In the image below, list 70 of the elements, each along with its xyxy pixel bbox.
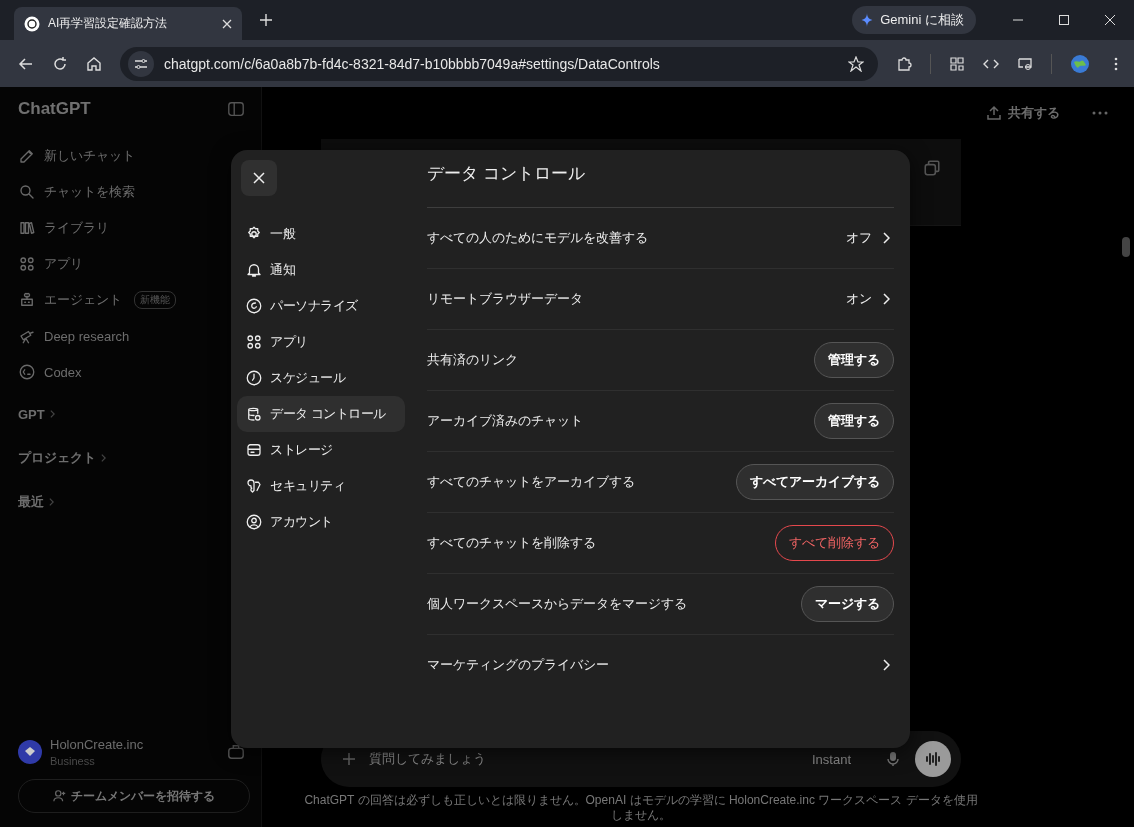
setting-value[interactable]: オン [846,290,872,308]
extensions-icon[interactable] [896,55,912,72]
setting-label: すべての人のためにモデルを改善する [427,229,649,247]
browser-tab[interactable]: AI再学習設定確認方法 [14,7,242,40]
chevron-right-icon[interactable] [882,659,890,671]
sidebar-item[interactable]: チャットを検索 [18,183,251,201]
sidebar-item-icon [18,363,36,381]
home-icon[interactable] [86,55,102,72]
share-icon [986,105,1002,121]
sidebar-item-icon [18,255,36,273]
more-icon[interactable] [1092,111,1108,115]
new-badge: 新機能 [134,291,176,309]
setting-value[interactable]: オフ [846,229,872,247]
action-button[interactable]: 管理する [814,342,894,378]
close-icon [253,172,265,184]
bookmark-star-icon[interactable] [848,55,864,72]
grid-icon [245,333,263,351]
profile-avatar-icon[interactable] [1070,53,1090,74]
chevron-right-icon[interactable] [882,293,890,305]
screen-search-icon[interactable] [1017,55,1033,72]
workspace-name: HolonCreate.inc [50,737,145,752]
address-bar[interactable]: chatgpt.com/c/6a0a8b7b-fd4c-8321-84d7-b10bbbb7049a#settings/DataControls [120,46,878,81]
setting-label: リモートブラウザーデータ [427,290,584,308]
copy-icon[interactable] [923,159,941,177]
action-button[interactable]: マージする [801,586,894,622]
brand-name[interactable]: ChatGPT [18,99,91,119]
setting-label: すべてのチャットをアーカイブする [427,473,636,491]
database-gear-icon [245,405,263,423]
close-icon[interactable] [1104,14,1116,26]
settings-tab[interactable]: データ コントロール [237,396,405,432]
drive-icon [245,441,263,459]
sidebar-item-icon [18,183,36,201]
sidebar-item-icon [18,219,36,237]
microphone-icon[interactable] [885,751,901,767]
action-button[interactable]: 管理する [814,403,894,439]
chevron-right-icon[interactable] [882,232,890,244]
sidebar-item-icon [18,291,36,309]
workspace-avatar-icon[interactable] [18,740,42,764]
add-person-icon [53,789,67,803]
circle-swirl-icon [245,297,263,315]
disclaimer-text: ChatGPT の回答は必ずしも正しいとは限りません。OpenAI はモデルの学習に HolonCreate.inc ワークスペース データを使用しません。 [303,793,979,823]
setting-label: 共有済のリンク [427,351,519,369]
scrollbar-thumb[interactable] [1122,237,1130,257]
sidebar-toggle-icon[interactable] [227,100,245,118]
sidebar-item[interactable]: 新しいチャット [18,147,251,165]
gemini-button[interactable]: Gemini に相談 [852,6,976,34]
share-button[interactable]: 共有する [980,103,1066,123]
setting-label: すべてのチャットを削除する [427,534,597,552]
close-button[interactable] [241,160,277,196]
chevron-right-icon [48,497,55,507]
chevron-right-icon [48,409,56,419]
back-icon[interactable] [18,55,34,72]
setting-label: 個人ワークスペースからデータをマージする [427,595,688,613]
dialog-title: データ コントロール [427,162,894,208]
action-button[interactable]: すべてアーカイブする [736,464,894,500]
clock-icon [245,369,263,387]
key-icon [245,477,263,495]
bell-icon [245,261,263,279]
reload-icon[interactable] [52,55,68,72]
model-selector[interactable]: Instant [811,751,851,767]
workspace-plan: Business [50,755,96,767]
maximize-icon[interactable] [1058,14,1070,26]
setting-label: マーケティングのプライバシー [427,656,610,674]
setting-label: アーカイブ済みのチャット [427,412,584,430]
chevron-right-icon [100,453,107,463]
sidebar-item-icon [18,147,36,165]
site-settings-icon[interactable] [128,50,154,77]
close-icon[interactable] [222,18,232,29]
voice-mode-icon[interactable] [915,741,951,777]
qr-code-icon[interactable] [949,55,965,72]
